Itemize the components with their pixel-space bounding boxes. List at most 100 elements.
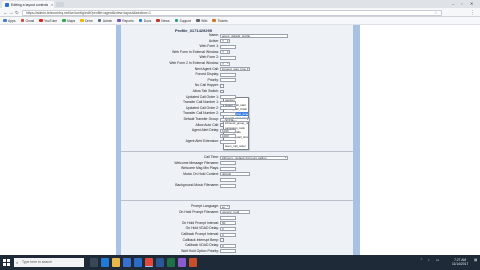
minimize-icon[interactable]: – — [452, 1, 454, 6]
bookmarks-bar: Apps Gmail YouTube Maps Drive Admin Reports Doc… — [0, 17, 480, 25]
close-window-icon[interactable]: ✕ — [470, 1, 473, 6]
bookmark-item[interactable]: Support — [174, 18, 192, 23]
field-select[interactable]: 24hours - default 24 hours calling — [220, 155, 288, 160]
dropdown-option[interactable]: team_call_order — [224, 144, 248, 149]
maximize-icon[interactable]: ▫ — [461, 1, 462, 6]
taskbar-app-icon[interactable] — [178, 258, 186, 267]
reload-icon[interactable]: ↻ — [15, 10, 19, 16]
field-input[interactable]: generic_hold — [220, 210, 250, 215]
tab-favicon-icon — [5, 2, 9, 7]
field-input[interactable]: agent_default_profile — [220, 33, 288, 38]
tab-bar: Editing a layout controls — d... × – ▫ ✕ — [0, 0, 480, 8]
field-input[interactable] — [220, 100, 236, 105]
field-label: Allow Auto Call: — [195, 122, 219, 127]
bookmark-item[interactable]: Drive — [80, 19, 93, 23]
field-input[interactable] — [220, 95, 236, 100]
battery-icon[interactable]: ▭ — [436, 258, 439, 262]
field-select[interactable]: Y — [220, 39, 230, 44]
bookmark-item[interactable]: Maps — [62, 19, 75, 23]
field-label: On Hold VDAD Delay: — [185, 226, 219, 231]
field-checkbox[interactable] — [220, 238, 224, 242]
field-input[interactable] — [220, 44, 236, 49]
field-input[interactable] — [220, 183, 236, 188]
field-input[interactable]: 60 — [220, 221, 236, 226]
taskbar-clock[interactable]: 7:27 AM 11/14/2017 — [452, 258, 468, 267]
field-input[interactable] — [220, 249, 236, 254]
browser-menu-icon[interactable]: ⋮ — [470, 10, 475, 16]
taskbar-edge-icon[interactable] — [101, 258, 109, 267]
field-select[interactable]: ---NONE--- — [220, 117, 250, 122]
new-tab-button[interactable] — [56, 2, 64, 7]
field-checkbox[interactable] — [220, 123, 224, 127]
bookmark-label: Support — [179, 18, 192, 23]
bookmark-favicon-icon — [3, 18, 7, 23]
bookmark-item[interactable]: Docs — [138, 18, 152, 23]
taskbar-search-input[interactable]: ⌕ Type here to search — [14, 258, 84, 267]
bookmark-item[interactable]: Reports — [117, 19, 134, 23]
field-select[interactable]: en — [220, 204, 230, 209]
field-label: Transfer Call Number 2: — [182, 111, 219, 116]
field-label: Forced Display: — [195, 72, 219, 77]
field-label: Web Form In External Window: — [172, 49, 219, 54]
url-input[interactable]: https://admin.telecomhq.net/ivr/config/e… — [22, 9, 442, 16]
bookmark-label: Gmail — [25, 18, 35, 23]
field-input[interactable] — [220, 55, 236, 60]
field-input[interactable] — [220, 106, 236, 111]
taskbar-app2-icon[interactable] — [189, 258, 197, 267]
clock-date: 11/14/2017 — [452, 262, 469, 266]
field-input[interactable] — [220, 161, 236, 166]
bookmark-item[interactable]: YouTube — [39, 19, 57, 23]
field-input[interactable]: 1000 — [220, 128, 236, 133]
field-label: Priority: — [207, 77, 220, 82]
field-input[interactable] — [220, 78, 236, 83]
volume-icon[interactable]: ♪ — [428, 258, 430, 262]
bookmark-item[interactable]: Admin — [97, 18, 112, 23]
field-input[interactable] — [220, 215, 236, 220]
field-input[interactable]: 1000 — [220, 134, 236, 139]
field-input[interactable] — [220, 111, 236, 116]
bookmark-favicon-icon — [174, 18, 179, 23]
field-input[interactable]: 0 — [220, 226, 236, 231]
tab-close-icon[interactable]: × — [51, 2, 53, 7]
network-icon[interactable]: ⌃ — [420, 258, 423, 262]
back-icon[interactable]: ← — [3, 10, 8, 15]
forward-icon[interactable]: → — [9, 10, 14, 15]
field-input[interactable] — [220, 72, 236, 77]
field-select[interactable]: Y — [220, 50, 230, 55]
notifications-icon[interactable]: ▤ — [474, 258, 477, 262]
taskbar: ⌕ Type here to search ⌃ ♪ ▭ 7:27 AM 11/1… — [0, 255, 480, 270]
field-input[interactable]: default — [220, 172, 250, 177]
browser-tab[interactable]: Editing a layout controls — d... × — [2, 1, 54, 8]
field-label: Prompt Language: — [191, 204, 219, 208]
taskbar-explorer-icon[interactable] — [112, 258, 120, 267]
bookmark-favicon-icon — [39, 18, 43, 23]
field-label: Callback VDAD Delay: — [185, 243, 219, 248]
field-input[interactable] — [220, 139, 236, 144]
field-label: Agent Alert Extension: — [185, 139, 219, 144]
dropdown-option[interactable]: inbound_group_rank — [224, 121, 248, 126]
field-select[interactable]: Y — [220, 61, 230, 66]
windows-start-icon[interactable] — [3, 259, 10, 266]
field-input[interactable] — [220, 177, 236, 182]
field-checkbox[interactable] — [220, 89, 224, 94]
bookmark-favicon-icon — [97, 18, 102, 23]
bookmark-item[interactable]: Wiki — [196, 19, 207, 23]
taskbar-mail-icon[interactable] — [134, 258, 142, 267]
taskbar-store-icon[interactable] — [123, 258, 131, 267]
bookmark-label: Docs — [143, 18, 152, 23]
taskbar-chrome-icon[interactable] — [145, 258, 153, 267]
bookmark-item[interactable]: Tickets — [212, 19, 228, 23]
taskbar-search-placeholder: Type here to search — [22, 260, 52, 264]
taskbar-excel-icon[interactable] — [167, 258, 175, 267]
field-checkbox[interactable] — [220, 84, 224, 88]
bookmark-item[interactable]: Apps — [3, 19, 16, 23]
field-select[interactable]: longest_wait_time — [220, 67, 250, 72]
bookmark-star-icon[interactable]: ☆ — [434, 10, 438, 15]
bookmark-item[interactable]: News — [156, 19, 170, 23]
field-input[interactable]: 0 — [220, 232, 236, 237]
field-input[interactable]: 0 — [220, 243, 236, 248]
field-input[interactable] — [220, 166, 236, 171]
taskbar-word-icon[interactable] — [156, 258, 164, 267]
taskbar-task-view-icon[interactable] — [90, 258, 98, 267]
bookmark-item[interactable]: Gmail — [20, 18, 35, 23]
